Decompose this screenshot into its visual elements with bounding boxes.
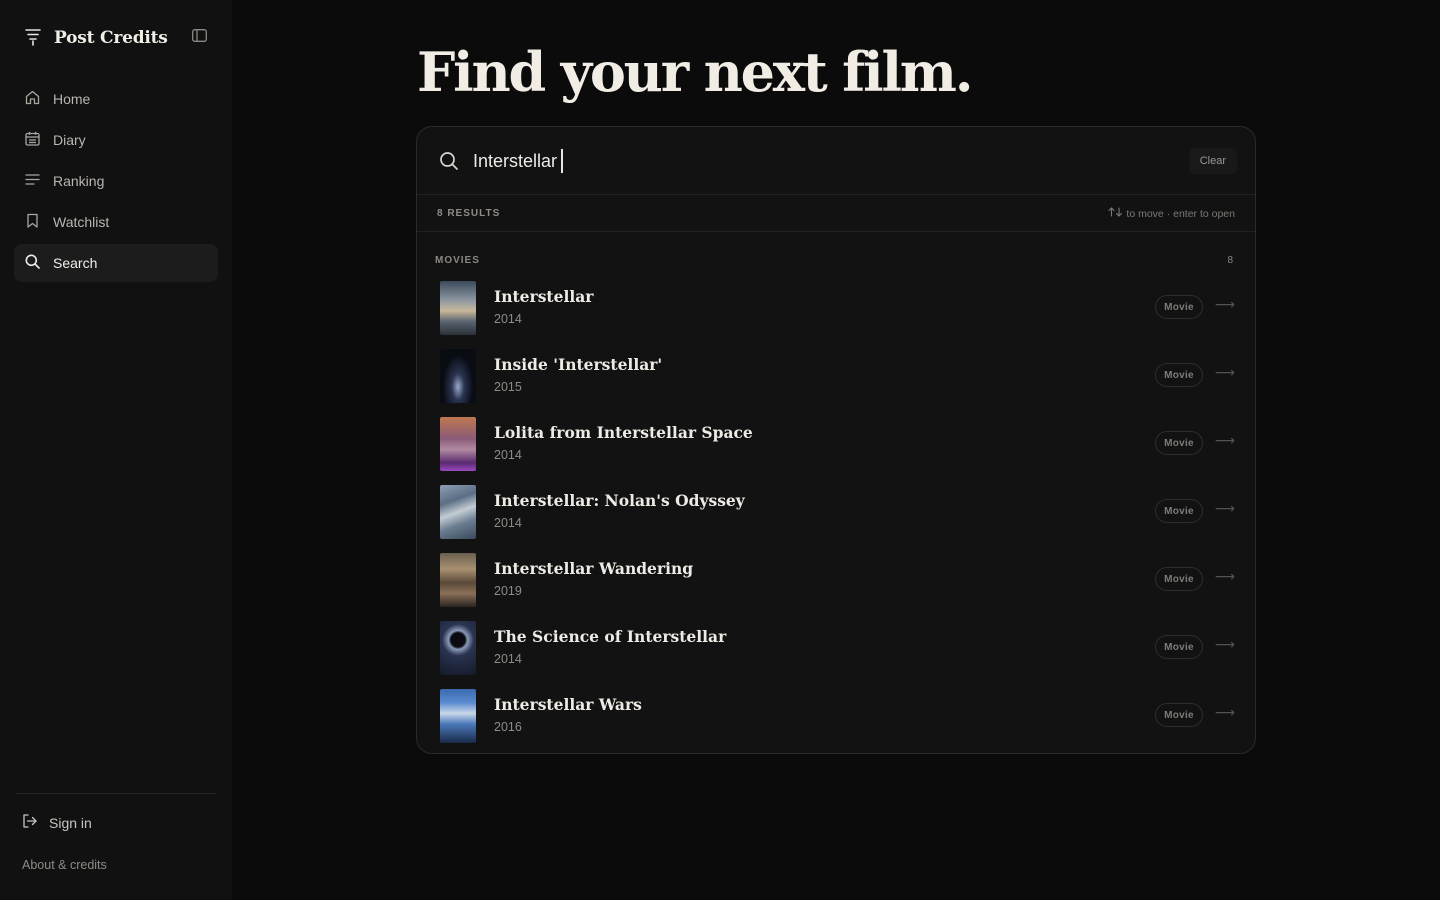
sidebar-toggle-button[interactable] (190, 29, 208, 47)
type-badge: Movie (1155, 431, 1203, 455)
sidebar-item-search[interactable]: Search (14, 244, 218, 282)
arrow-right-icon: ⟶ (1214, 296, 1235, 312)
sidebar: Post Credits Home Diary Ranking Watchlis… (0, 0, 232, 900)
sidebar-divider (16, 793, 216, 794)
sidebar-item-label: Ranking (53, 173, 105, 189)
sidebar-toggle-icon (191, 29, 207, 47)
results-summary: 8 RESULTS to move · enter to open (417, 195, 1255, 232)
sidebar-nav: Home Diary Ranking Watchlist Search (14, 80, 218, 285)
search-bar: Clear (417, 127, 1255, 195)
search-icon (25, 254, 40, 272)
movie-year: 2016 (494, 720, 522, 734)
movie-poster (440, 417, 476, 471)
arrow-right-icon: ⟶ (1214, 568, 1235, 584)
movie-title: The Science of Interstellar (494, 627, 727, 646)
movie-year: 2014 (494, 448, 522, 462)
results-count: 8 RESULTS (437, 208, 501, 219)
sidebar-item-label: Diary (53, 132, 86, 148)
movie-title: Interstellar Wandering (494, 559, 694, 578)
list-icon (25, 173, 40, 189)
arrow-keys-icon (1108, 207, 1123, 220)
movies-section-header: MOVIES 8 (417, 232, 1255, 277)
result-row[interactable]: Inside 'Interstellar' 2015 Movie ⟶ (417, 345, 1255, 413)
result-row[interactable]: Interstellar Wars 2016 Movie ⟶ (417, 685, 1255, 753)
movie-title: Lolita from Interstellar Space (494, 423, 753, 442)
bookmark-icon (25, 213, 40, 231)
home-icon (25, 90, 40, 108)
movie-poster (440, 753, 476, 754)
movie-year: 2019 (494, 584, 522, 598)
movie-year: 2014 (494, 516, 522, 530)
type-badge: Movie (1155, 363, 1203, 387)
arrow-right-icon: ⟶ (1214, 364, 1235, 380)
logo-icon (24, 26, 42, 51)
movie-poster (440, 281, 476, 335)
type-badge: Movie (1155, 295, 1203, 319)
result-row[interactable]: Lolita from Interstellar Space 2014 Movi… (417, 413, 1255, 481)
movie-year: 2014 (494, 312, 522, 326)
search-panel: Clear 8 RESULTS to move · enter to open … (416, 126, 1256, 754)
arrow-right-icon: ⟶ (1214, 432, 1235, 448)
search-input[interactable] (473, 147, 973, 175)
result-row[interactable]: Interstellar: Nolan's Odyssey 2014 Movie… (417, 481, 1255, 549)
movie-poster (440, 349, 476, 403)
type-badge: Movie (1155, 635, 1203, 659)
keyboard-hint-text: to move · enter to open (1126, 207, 1235, 220)
type-badge: Movie (1155, 567, 1203, 591)
result-row[interactable]: Interstellar Wandering 2019 Movie ⟶ (417, 549, 1255, 617)
sidebar-item-ranking[interactable]: Ranking (14, 162, 218, 200)
sidebar-item-watchlist[interactable]: Watchlist (14, 203, 218, 241)
movie-poster (440, 621, 476, 675)
app-name: Post Credits (54, 28, 168, 48)
sidebar-item-label: Search (53, 255, 98, 271)
results-list: Interstellar 2014 Movie ⟶ Inside 'Inters… (417, 277, 1255, 754)
movie-year: 2015 (494, 380, 522, 394)
sign-in-button[interactable]: Sign in (22, 814, 92, 831)
arrow-right-icon: ⟶ (1214, 500, 1235, 516)
sign-in-label: Sign in (49, 814, 92, 831)
movie-poster (440, 689, 476, 743)
movie-title: Inside 'Interstellar' (494, 355, 663, 374)
type-badge: Movie (1155, 499, 1203, 523)
movie-title: Interstellar Wars (494, 695, 642, 714)
text-cursor (561, 149, 563, 173)
about-credits-link[interactable]: About & credits (22, 858, 107, 872)
clear-button[interactable]: Clear (1188, 148, 1237, 174)
sidebar-item-home[interactable]: Home (14, 80, 218, 118)
sidebar-item-label: Watchlist (53, 214, 110, 230)
page-title: Find your next film. (417, 40, 974, 104)
section-label: MOVIES (435, 255, 480, 266)
result-row[interactable]: The Science of Interstellar 2014 Movie ⟶ (417, 617, 1255, 685)
movie-title: Interstellar (494, 287, 594, 306)
calendar-icon (25, 131, 40, 149)
movie-year: 2014 (494, 652, 522, 666)
search-icon (439, 151, 459, 171)
result-row[interactable]: Interstellar 2014 Movie ⟶ (417, 277, 1255, 345)
movie-poster (440, 553, 476, 607)
arrow-right-icon: ⟶ (1214, 636, 1235, 652)
section-count: 8 (1227, 255, 1233, 266)
sidebar-item-label: Home (53, 91, 91, 107)
sidebar-item-diary[interactable]: Diary (14, 121, 218, 159)
keyboard-hint: to move · enter to open (1108, 207, 1235, 220)
result-row-partial[interactable] (417, 753, 1255, 754)
type-badge: Movie (1155, 703, 1203, 727)
arrow-right-icon: ⟶ (1214, 704, 1235, 720)
movie-poster (440, 485, 476, 539)
sign-in-icon (22, 814, 37, 831)
movie-title: Interstellar: Nolan's Odyssey (494, 491, 745, 510)
brand[interactable]: Post Credits (24, 26, 168, 50)
